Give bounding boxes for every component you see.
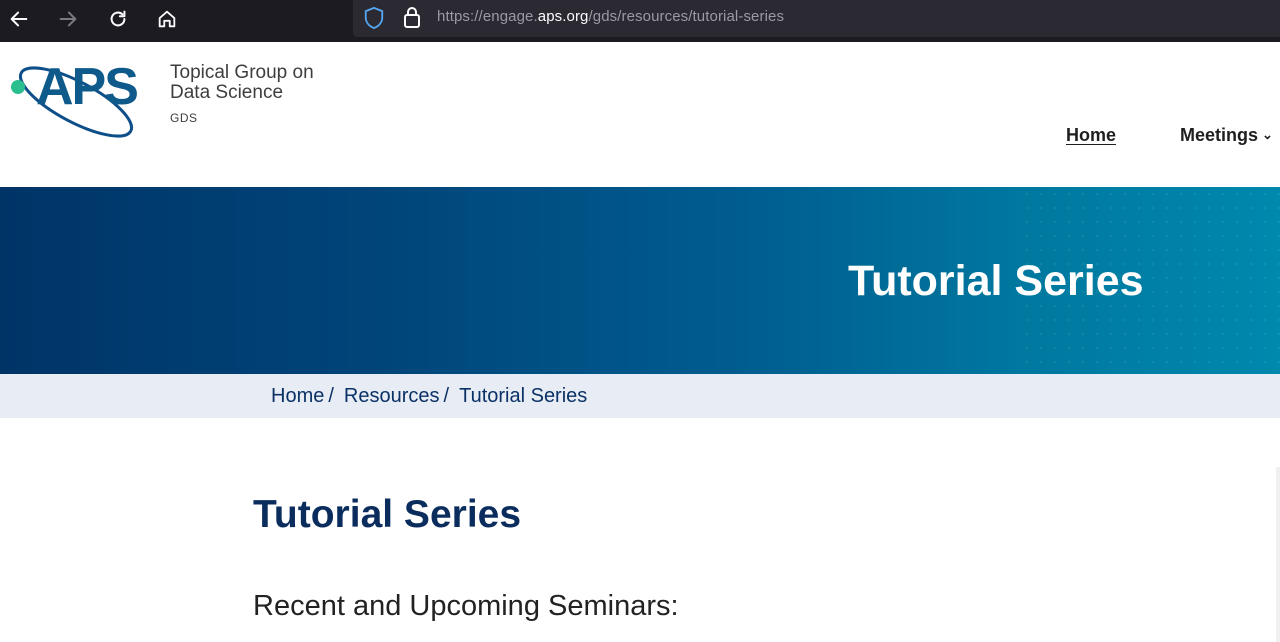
url-path: /gds/resources/tutorial-series: [588, 8, 785, 25]
breadcrumb: Home / Resources / Tutorial Series: [0, 374, 1280, 418]
nav-home-link[interactable]: Home: [1066, 125, 1116, 146]
breadcrumb-separator: /: [328, 385, 334, 407]
reload-icon: [110, 10, 126, 27]
nav-meetings-menu[interactable]: Meetings ⌄: [1180, 125, 1273, 146]
address-bar[interactable]: https://engage.aps.org/gds/resources/tut…: [353, 0, 1280, 37]
breadcrumb-separator: /: [443, 385, 450, 407]
hero-title: Tutorial Series: [848, 257, 1144, 305]
page-title: Tutorial Series: [253, 493, 522, 536]
url-prefix: https://engage.: [437, 8, 538, 25]
back-arrow-icon: [10, 11, 28, 27]
group-name: Topical Group on Data Science: [170, 63, 314, 103]
site-header: APS Topical Group on Data Science GDS Ho…: [0, 42, 1280, 187]
chevron-down-icon: ⌄: [1262, 127, 1273, 142]
breadcrumb-list: Home / Resources / Tutorial Series: [271, 385, 587, 408]
breadcrumb-resources[interactable]: Resources: [344, 385, 440, 407]
reload-button[interactable]: [102, 3, 134, 35]
lock-icon[interactable]: [402, 5, 422, 29]
aps-logo[interactable]: APS: [8, 54, 163, 142]
logo-wordmark: APS: [36, 58, 137, 116]
forward-button[interactable]: [52, 3, 84, 35]
breadcrumb-home[interactable]: Home: [271, 385, 324, 407]
url-text[interactable]: https://engage.aps.org/gds/resources/tut…: [437, 8, 784, 25]
group-name-line2: Data Science: [170, 82, 284, 103]
group-name-line1: Topical Group on: [170, 62, 314, 83]
nav-meetings-label: Meetings: [1180, 125, 1259, 145]
forward-arrow-icon: [59, 11, 77, 27]
shield-icon[interactable]: [363, 6, 385, 30]
url-domain: aps.org: [537, 8, 589, 25]
hero-banner: Tutorial Series: [0, 187, 1280, 374]
scrollbar[interactable]: [1276, 467, 1280, 642]
breadcrumb-current: Tutorial Series: [459, 385, 588, 407]
browser-toolbar: https://engage.aps.org/gds/resources/tut…: [0, 0, 1280, 42]
home-browser-button[interactable]: [151, 3, 183, 35]
back-button[interactable]: [3, 3, 35, 35]
section-heading: Recent and Upcoming Seminars:: [253, 590, 679, 622]
home-icon: [158, 10, 176, 28]
group-abbreviation: GDS: [170, 111, 198, 125]
